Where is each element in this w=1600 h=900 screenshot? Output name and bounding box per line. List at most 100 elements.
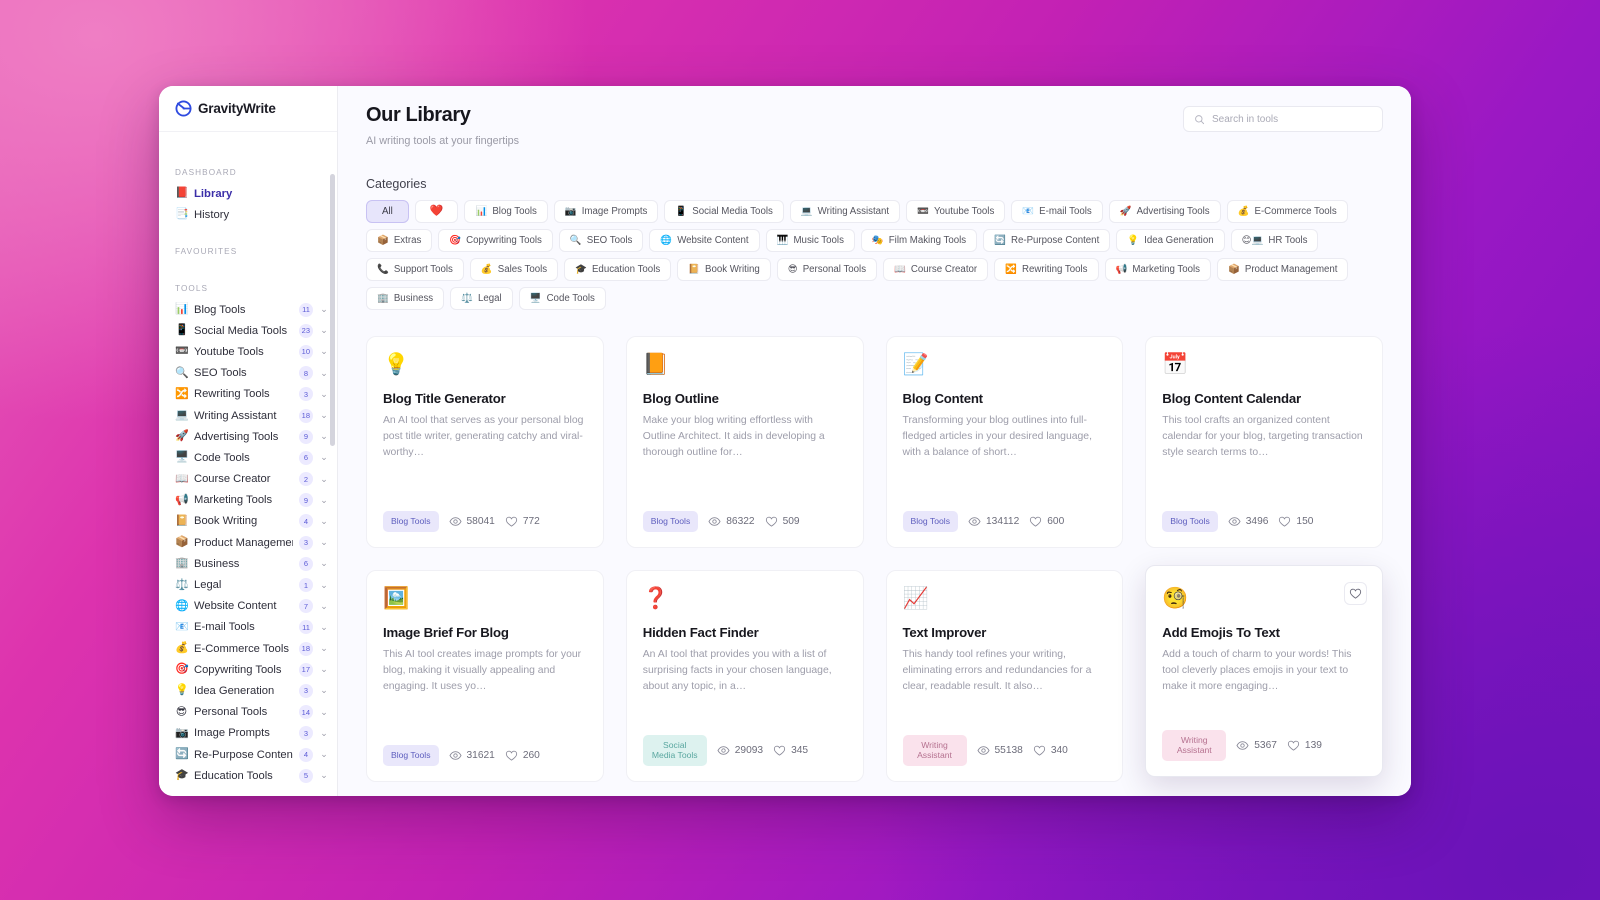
category-chip-legal[interactable]: ⚖️ Legal <box>450 287 513 310</box>
chevron-down-icon[interactable]: ⌄ <box>319 538 329 547</box>
category-chip-e-commerce-tools[interactable]: 💰 E-Commerce Tools <box>1226 200 1348 223</box>
sidebar-tool-website-content[interactable]: 🌐 Website Content 7 ⌄ <box>159 596 337 617</box>
brand-name: GravityWrite <box>198 101 276 116</box>
tool-card[interactable]: 📝 Blog Content Transforming your blog outl… <box>885 336 1124 548</box>
category-chip-youtube-tools[interactable]: 📼 Youtube Tools <box>906 200 1006 223</box>
tool-card[interactable]: 📅 Blog Content Calendar This tool crafts a… <box>1145 336 1383 548</box>
category-chip-sales-tools[interactable]: 💰 Sales Tools <box>469 258 559 281</box>
sidebar-tool-rewriting-tools[interactable]: 🔀 Rewriting Tools 3 ⌄ <box>159 384 337 405</box>
category-chip-course-creator[interactable]: 📖 Course Creator <box>883 258 989 281</box>
sidebar-scrollbar-track[interactable] <box>330 132 336 796</box>
sidebar-tool-marketing-tools[interactable]: 📢 Marketing Tools 9 ⌄ <box>159 490 337 511</box>
category-chip-label: Extras <box>393 235 422 246</box>
chevron-down-icon[interactable]: ⌄ <box>319 580 329 590</box>
category-chip-film-making-tools[interactable]: 🎭 Film Making Tools <box>860 229 978 252</box>
category-chip-image-prompts[interactable]: 📷 Image Prompts <box>553 200 659 223</box>
favourite-button[interactable] <box>1344 582 1367 605</box>
chevron-down-icon[interactable]: ⌄ <box>319 368 329 378</box>
category-chip-extras[interactable]: 📦 Extras <box>366 229 433 252</box>
sidebar-tool-e-mail-tools[interactable]: 📧 E-mail Tools 11 ⌄ <box>159 617 337 638</box>
chevron-down-icon[interactable]: ⌄ <box>319 771 329 780</box>
category-chip-icon: 📢 <box>1115 263 1128 275</box>
sidebar-scrollbar-thumb[interactable] <box>330 174 335 446</box>
tool-card[interactable]: 💡 Blog Title Generator An AI tool that ser… <box>366 336 604 548</box>
sidebar-scroll-area[interactable]: DASHBOARD 📕 Library 📑 History FAVOURITES TO… <box>159 132 337 796</box>
category-chip-personal-tools[interactable]: 😎 Personal Tools <box>776 258 878 281</box>
chevron-down-icon[interactable]: ⌄ <box>319 495 329 505</box>
brand-header[interactable]: GravityWrite <box>159 86 337 132</box>
sidebar-tool-education-tools[interactable]: 🎓 Education Tools 5 ⌄ <box>159 765 337 786</box>
category-chip-book-writing[interactable]: 📔 Book Writing <box>677 258 771 281</box>
chevron-down-icon[interactable]: ⌄ <box>319 728 329 738</box>
sidebar-tool-legal[interactable]: ⚖️ Legal 1 ⌄ <box>159 574 337 595</box>
sidebar-tool-course-creator[interactable]: 📖 Course Creator 2 ⌄ <box>159 469 337 490</box>
chevron-down-icon[interactable]: ⌄ <box>319 559 329 568</box>
chevron-down-icon[interactable]: ⌄ <box>319 665 329 674</box>
sidebar-tool-social-media-tools[interactable]: 📱 Social Media Tools 23 ⌄ <box>159 320 337 341</box>
category-chip-re-purpose-content[interactable]: 🔄 Re-Purpose Content <box>983 229 1111 252</box>
chevron-down-icon[interactable]: ⌄ <box>319 347 329 356</box>
category-chip-support-tools[interactable]: 📞 Support Tools <box>366 258 464 281</box>
category-chip-music-tools[interactable]: 🎹 Music Tools <box>765 229 855 252</box>
sidebar-tool-personal-tools[interactable]: 😎 Personal Tools 14 ⌄ <box>159 702 337 723</box>
sidebar-tool-seo-tools[interactable]: 🔍 SEO Tools 8 ⌄ <box>159 363 337 384</box>
chevron-down-icon[interactable]: ⌄ <box>319 644 329 653</box>
sidebar-tool-advertising-tools[interactable]: 🚀 Advertising Tools 9 ⌄ <box>159 426 337 447</box>
sidebar-tool-blog-tools[interactable]: 📊 Blog Tools 11 ⌄ <box>159 299 337 320</box>
category-chip-rewriting-tools[interactable]: 🔀 Rewriting Tools <box>994 258 1099 281</box>
tool-card[interactable]: 📈 Text Improver This handy tool refines yo… <box>885 570 1124 782</box>
sidebar-tool-idea-generation[interactable]: 💡 Idea Generation 3 ⌄ <box>159 680 337 701</box>
tool-icon: ❓ <box>642 587 669 610</box>
category-chip-marketing-tools[interactable]: 📢 Marketing Tools <box>1104 258 1212 281</box>
chevron-down-icon[interactable]: ⌄ <box>319 686 329 695</box>
sidebar-tool-product-management[interactable]: 📦 Product Management 3 ⌄ <box>159 532 337 553</box>
category-chip-business[interactable]: 🏢 Business <box>366 287 445 310</box>
category-chip-icon: 🖥️ <box>529 292 542 304</box>
category-chip-social-media-tools[interactable]: 📱 Social Media Tools <box>664 200 784 223</box>
sidebar-item-history[interactable]: 📑 History <box>159 204 337 225</box>
category-chip-blog-tools[interactable]: 📊 Blog Tools <box>464 200 548 223</box>
chevron-down-icon[interactable]: ⌄ <box>319 453 329 462</box>
chevron-down-icon[interactable]: ⌄ <box>319 707 329 717</box>
tool-card[interactable]: ❓ Hidden Fact Finder An AI tool that provi… <box>625 570 864 782</box>
tool-card[interactable]: 🧐 Add Emojis To Text Add a touch of charm … <box>1145 565 1383 777</box>
chevron-down-icon[interactable]: ⌄ <box>319 601 329 611</box>
sidebar-tool-e-commerce-tools[interactable]: 💰 E-Commerce Tools 18 ⌄ <box>159 638 337 659</box>
chevron-down-icon[interactable]: ⌄ <box>319 305 329 314</box>
chevron-down-icon[interactable]: ⌄ <box>319 474 329 484</box>
category-chip-favourites[interactable]: ❤️ <box>414 200 459 223</box>
chevron-down-icon[interactable]: ⌄ <box>319 750 329 759</box>
sidebar-tool-image-prompts[interactable]: 📷 Image Prompts 3 ⌄ <box>159 723 337 744</box>
tool-category-icon: 😎 <box>175 705 188 718</box>
category-chip-education-tools[interactable]: 🎓 Education Tools <box>564 258 672 281</box>
chevron-down-icon[interactable]: ⌄ <box>319 432 329 441</box>
category-chip-code-tools[interactable]: 🖥️ Code Tools <box>518 287 606 310</box>
tool-card[interactable]: 📙 Blog Outline Make your blog writing effo… <box>625 336 864 548</box>
sidebar-tool-re-purpose-content[interactable]: 🔄 Re-Purpose Content 4 ⌄ <box>159 744 337 765</box>
sidebar-tool-code-tools[interactable]: 🖥️ Code Tools 6 ⌄ <box>159 447 337 468</box>
category-chip-website-content[interactable]: 🌐 Website Content <box>649 229 760 252</box>
category-chip-all[interactable]: All <box>366 200 409 223</box>
sidebar-tool-book-writing[interactable]: 📔 Book Writing 4 ⌄ <box>159 511 337 532</box>
sidebar-tool-writing-assistant[interactable]: 💻 Writing Assistant 18 ⌄ <box>159 405 337 426</box>
sidebar-item-library[interactable]: 📕 Library <box>159 183 337 204</box>
category-chip-advertising-tools[interactable]: 🚀 Advertising Tools <box>1108 200 1221 223</box>
chevron-down-icon[interactable]: ⌄ <box>319 411 329 420</box>
category-chip-product-management[interactable]: 📦 Product Management <box>1217 258 1349 281</box>
category-chip-writing-assistant[interactable]: 💻 Writing Assistant <box>789 200 901 223</box>
tool-card[interactable]: 🖼️ Image Brief For Blog This AI tool creat… <box>366 570 604 782</box>
sidebar-tool-copywriting-tools[interactable]: 🎯 Copywriting Tools 17 ⌄ <box>159 659 337 680</box>
chevron-down-icon[interactable]: ⌄ <box>319 516 329 526</box>
sidebar-tool-business[interactable]: 🏢 Business 6 ⌄ <box>159 553 337 574</box>
chevron-down-icon[interactable]: ⌄ <box>319 622 329 632</box>
chevron-down-icon[interactable]: ⌄ <box>319 326 329 335</box>
category-chip-idea-generation[interactable]: 💡 Idea Generation <box>1116 229 1225 252</box>
category-chip-copywriting-tools[interactable]: 🎯 Copywriting Tools <box>438 229 553 252</box>
chevron-down-icon[interactable]: ⌄ <box>319 389 329 399</box>
sidebar-tool-youtube-tools[interactable]: 📼 Youtube Tools 10 ⌄ <box>159 341 337 362</box>
category-chip-seo-tools[interactable]: 🔍 SEO Tools <box>558 229 644 252</box>
category-chip-e-mail-tools[interactable]: 📧 E-mail Tools <box>1011 200 1103 223</box>
search-input[interactable] <box>1212 113 1372 125</box>
search-box[interactable] <box>1183 106 1383 132</box>
category-chip-hr-tools[interactable]: 😊💻 HR Tools <box>1230 229 1319 252</box>
